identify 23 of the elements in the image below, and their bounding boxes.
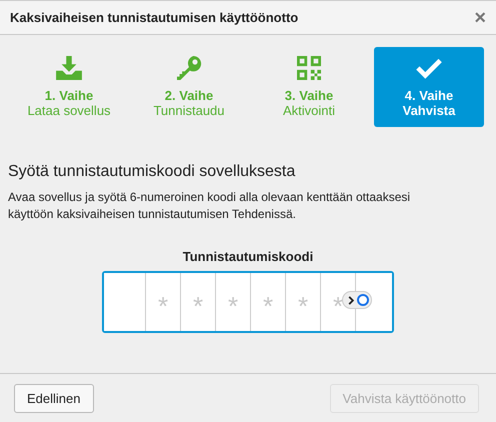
step-number: 3. Vaihe bbox=[284, 88, 334, 103]
step-number: 4. Vaihe bbox=[404, 88, 454, 103]
close-button[interactable]: × bbox=[474, 8, 486, 28]
qr-code-icon bbox=[296, 56, 322, 80]
step-tab[interactable]: 1. Vaihe Lataa sovellus bbox=[14, 47, 124, 127]
download-icon bbox=[56, 56, 82, 80]
step-label: Vahvista bbox=[402, 103, 456, 118]
previous-button[interactable]: Edellinen bbox=[14, 384, 94, 412]
section-heading: Syötä tunnistautumiskoodi sovelluksesta bbox=[8, 163, 296, 181]
step-tab[interactable]: 2. Vaihe Tunnistaudu bbox=[134, 47, 244, 127]
step-number: 1. Vaihe bbox=[44, 88, 94, 103]
instruction-text: Avaa sovellus ja syötä 6-numeroinen koodi alla olevaan kenttään ottaaksesi käyttöön kaksivaiheisen tunnistautumisen Tehdenissä. bbox=[8, 189, 412, 223]
window-title: Kaksivaiheisen tunnistautumisen käyttöönotto bbox=[10, 10, 298, 25]
key-icon bbox=[176, 56, 202, 80]
field-label: Tunnistautumiskoodi bbox=[182, 249, 314, 264]
step-label: Tunnistaudu bbox=[153, 103, 225, 118]
step-number: 2. Vaihe bbox=[164, 88, 214, 103]
step-tab[interactable]: 3. Vaihe Aktivointi bbox=[254, 47, 364, 127]
checkmark-icon bbox=[416, 56, 442, 80]
step-tab[interactable]: 4. Vaihe Vahvista bbox=[374, 47, 484, 127]
code-field[interactable]: * * * * * * bbox=[102, 271, 394, 333]
step-label: Aktivointi bbox=[282, 103, 336, 118]
step-label: Lataa sovellus bbox=[27, 103, 111, 118]
